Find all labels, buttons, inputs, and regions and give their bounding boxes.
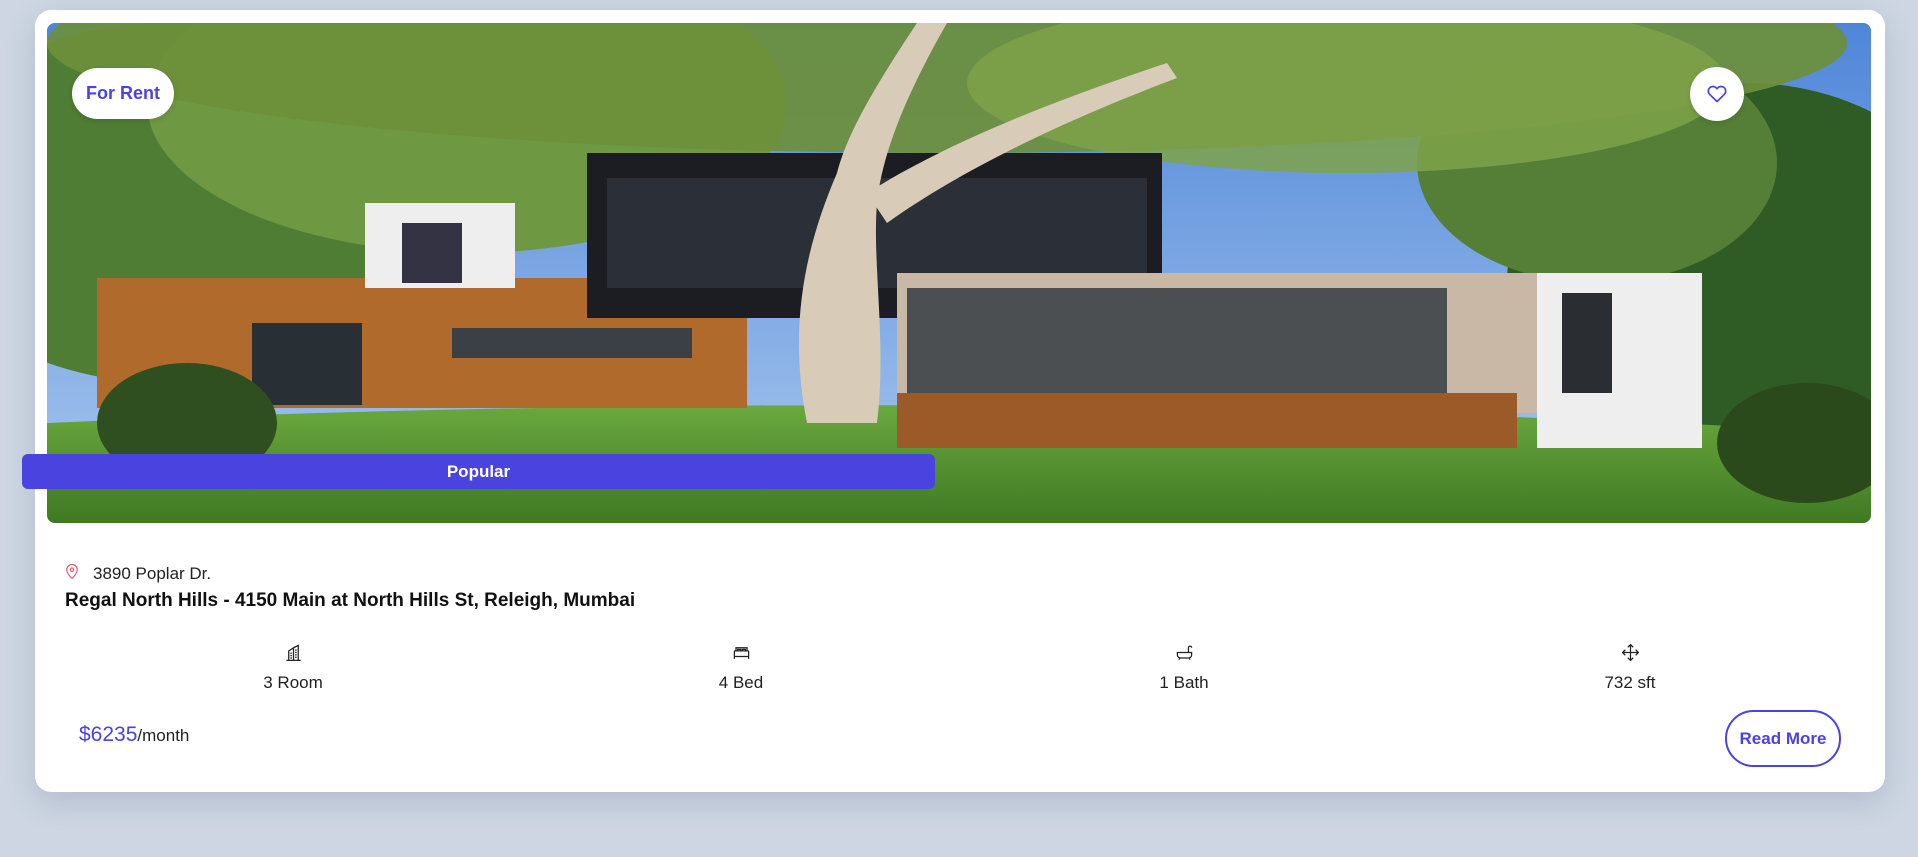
features-row: 3 Room 4 Bed 1 Bath 732 sft bbox=[35, 643, 1885, 693]
price-unit: /month bbox=[137, 726, 190, 745]
favorite-button[interactable] bbox=[1690, 67, 1744, 121]
feature-label: 732 sft bbox=[1604, 673, 1656, 692]
move-arrows-icon bbox=[1621, 643, 1640, 667]
feature-label: 4 Bed bbox=[718, 673, 764, 692]
bed-icon bbox=[732, 643, 751, 667]
address-row: 3890 Poplar Dr. bbox=[65, 563, 211, 585]
read-more-button[interactable]: Read More bbox=[1725, 710, 1841, 767]
address-text: 3890 Poplar Dr. bbox=[93, 564, 212, 583]
heart-icon bbox=[1707, 84, 1727, 104]
feature-label: 3 Room bbox=[263, 673, 323, 692]
feature-baths: 1 Bath bbox=[1104, 643, 1264, 693]
property-card: For Rent Popular 3890 Poplar Dr. Regal N… bbox=[22, 10, 1885, 792]
price-amount: $6235 bbox=[79, 723, 138, 746]
property-title: Regal North Hills - 4150 Main at North H… bbox=[65, 590, 636, 611]
feature-label: 1 Bath bbox=[1159, 673, 1209, 692]
feature-area: 732 sft bbox=[1550, 643, 1710, 693]
feature-beds: 4 Bed bbox=[661, 643, 821, 693]
for-rent-badge: For Rent bbox=[72, 68, 174, 119]
feature-rooms: 3 Room bbox=[213, 643, 373, 693]
bathtub-icon bbox=[1175, 643, 1194, 667]
popular-ribbon: Popular bbox=[22, 454, 935, 489]
price: $6235 /month bbox=[79, 723, 189, 747]
property-photo: For Rent bbox=[47, 23, 1871, 523]
location-pin-icon bbox=[65, 563, 79, 585]
building-icon bbox=[284, 643, 303, 667]
